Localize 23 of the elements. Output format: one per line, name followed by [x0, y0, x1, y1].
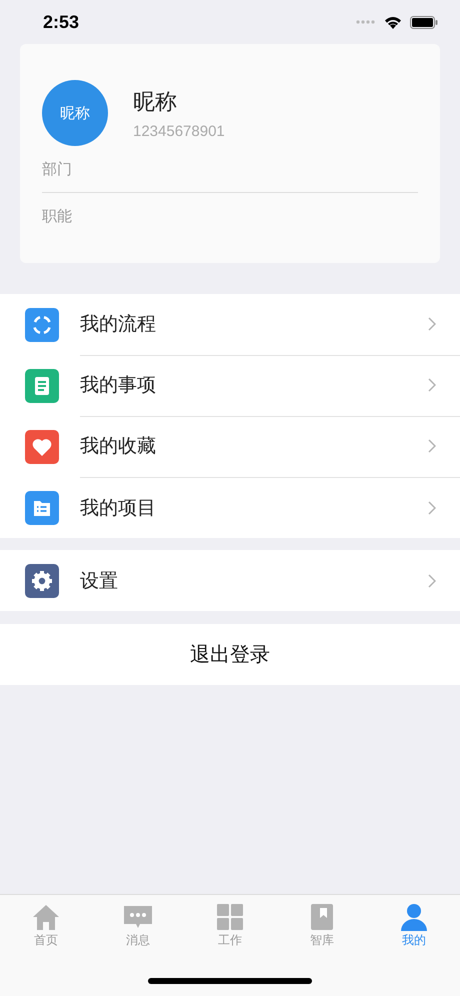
- profile-field: 部门: [42, 160, 418, 180]
- avatar: 昵称: [42, 80, 108, 146]
- person-icon: [399, 903, 429, 931]
- phone-number: 12345678901: [133, 122, 225, 140]
- chevron-icon: [428, 317, 436, 331]
- chevron-icon: [428, 378, 436, 392]
- signal-icon: [356, 20, 376, 24]
- menu-item[interactable]: 设置: [0, 550, 460, 611]
- chevron-icon: [428, 574, 436, 588]
- battery-icon: [410, 16, 438, 28]
- menu-item[interactable]: 我的项目: [0, 477, 460, 538]
- chevron-icon: [428, 439, 436, 453]
- nickname: 昵称: [133, 88, 178, 116]
- status-time: 2:53: [43, 12, 80, 32]
- menu-item[interactable]: 我的收藏: [0, 416, 460, 477]
- menu-item[interactable]: 我的流程: [0, 294, 460, 355]
- logout-button[interactable]: 退出登录: [0, 624, 460, 685]
- grid-icon: [215, 903, 245, 931]
- chevron-icon: [428, 500, 436, 514]
- menu-item[interactable]: 我的事项: [0, 355, 460, 416]
- profile-field: 职能: [42, 207, 418, 227]
- wifi-icon: [384, 16, 402, 28]
- house-icon: [31, 903, 61, 931]
